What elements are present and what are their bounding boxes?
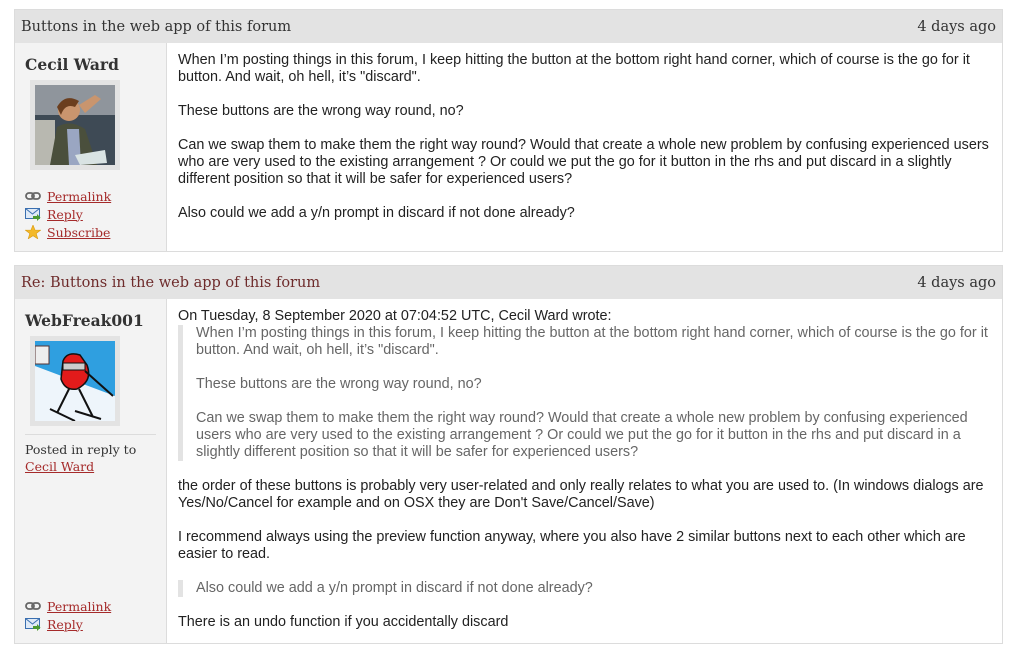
author-name: Cecil Ward xyxy=(25,55,119,74)
post-paragraph: Can we swap them to make them the right … xyxy=(178,137,989,187)
reply-to-author-link[interactable]: Cecil Ward xyxy=(25,459,94,474)
post-time: 4 days ago xyxy=(917,274,996,291)
quote-intro: On Tuesday, 8 September 2020 at 07:04:52… xyxy=(178,308,612,324)
post-paragraph: These buttons are the wrong way round, n… xyxy=(178,103,464,119)
star-icon xyxy=(25,225,41,239)
forum-post-reply: Re: Buttons in the web app of this forum… xyxy=(14,265,1003,644)
post-sidebar: WebFreak001 Posted in reply to Cecil War… xyxy=(15,299,167,643)
reply-mail-icon xyxy=(25,617,41,631)
post-title: Buttons in the web app of this forum xyxy=(21,18,292,35)
posted-in-reply-label: Posted in reply to xyxy=(25,442,137,457)
reply-link[interactable]: Reply xyxy=(47,207,83,222)
reply-mail-icon xyxy=(25,207,41,221)
post-paragraph: the order of these buttons is probably v… xyxy=(178,478,984,511)
quote-paragraph: When I’m posting things in this forum, I… xyxy=(196,325,988,358)
reply-link[interactable]: Reply xyxy=(47,617,83,632)
post-paragraph: When I’m posting things in this forum, I… xyxy=(178,52,970,85)
post-paragraph: I recommend always using the preview fun… xyxy=(178,529,966,562)
quote-paragraph: Also could we add a y/n prompt in discar… xyxy=(196,580,593,596)
link-icon xyxy=(25,599,41,613)
author-name: WebFreak001 xyxy=(25,311,144,330)
link-icon xyxy=(25,189,41,203)
post-body: On Tuesday, 8 September 2020 at 07:04:52… xyxy=(167,299,1002,643)
subscribe-link[interactable]: Subscribe xyxy=(47,225,110,240)
post-header: Re: Buttons in the web app of this forum… xyxy=(15,266,1002,299)
avatar xyxy=(30,336,120,426)
post-time: 4 days ago xyxy=(917,18,996,35)
permalink-link[interactable]: Permalink xyxy=(47,189,111,204)
reply-to-info: Posted in reply to Cecil Ward xyxy=(25,434,156,475)
post-paragraph: Also could we add a y/n prompt in discar… xyxy=(178,205,575,221)
post-actions: Permalink Reply xyxy=(25,597,111,633)
post-actions: Permalink Reply Subscribe xyxy=(25,187,111,241)
blockquote: When I’m posting things in this forum, I… xyxy=(178,325,990,461)
avatar xyxy=(30,80,120,170)
post-body: When I’m posting things in this forum, I… xyxy=(167,43,1002,251)
post-paragraph: There is an undo function if you acciden… xyxy=(178,614,509,630)
post-header: Buttons in the web app of this forum 4 d… xyxy=(15,10,1002,43)
quote-paragraph: These buttons are the wrong way round, n… xyxy=(196,376,482,392)
forum-post: Buttons in the web app of this forum 4 d… xyxy=(14,9,1003,252)
permalink-link[interactable]: Permalink xyxy=(47,599,111,614)
post-title: Re: Buttons in the web app of this forum xyxy=(21,274,321,291)
blockquote: Also could we add a y/n prompt in discar… xyxy=(178,580,990,597)
post-sidebar: Cecil Ward Permalink Reply Subscribe xyxy=(15,43,167,251)
quote-paragraph: Can we swap them to make them the right … xyxy=(196,410,968,460)
